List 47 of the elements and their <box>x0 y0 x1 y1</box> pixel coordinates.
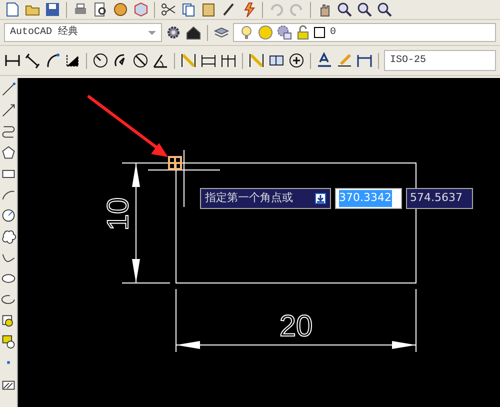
zoom-icon[interactable] <box>336 1 353 18</box>
zoom-icon[interactable] <box>356 1 373 18</box>
update-icon[interactable] <box>356 52 373 69</box>
zoom-icon[interactable] <box>376 1 393 18</box>
scissors-icon[interactable] <box>160 1 177 18</box>
house-icon[interactable] <box>185 24 202 41</box>
ellipsearc-icon[interactable] <box>1 292 16 307</box>
continue-icon[interactable] <box>220 52 237 69</box>
ellipse-icon[interactable] <box>1 271 16 286</box>
line-icon[interactable] <box>1 82 16 97</box>
document-icon[interactable] <box>4 1 21 18</box>
block-icon[interactable] <box>1 313 16 328</box>
paste-icon[interactable] <box>200 1 217 18</box>
gear-icon[interactable] <box>165 24 182 41</box>
polyline-icon[interactable] <box>1 124 16 139</box>
aligned-icon[interactable] <box>24 52 41 69</box>
coordinate-field[interactable]: 574.5637 <box>406 188 473 209</box>
dimension-text: 20 <box>279 310 313 343</box>
options-icon[interactable] <box>315 193 326 204</box>
save-icon[interactable] <box>44 1 61 18</box>
insert-icon[interactable] <box>1 334 16 349</box>
polygon-icon[interactable] <box>1 145 16 160</box>
layer-dropdown[interactable]: 0 <box>233 23 496 42</box>
textedit-icon[interactable] <box>316 52 333 69</box>
quick-icon[interactable] <box>248 52 265 69</box>
angular-icon[interactable] <box>152 52 169 69</box>
baseline-icon[interactable] <box>200 52 217 69</box>
drawing-canvas[interactable]: 10 20 指定第一个角点或 370.3342 574.5637 <box>18 78 500 407</box>
sun-icon <box>257 24 274 41</box>
dimstyle-dropdown[interactable]: ISO-25 <box>384 50 496 71</box>
prompt-text: 指定第一个角点或 <box>205 190 293 206</box>
caret-icon <box>148 30 156 34</box>
ray-icon[interactable] <box>1 103 16 118</box>
snap-marker <box>168 156 182 170</box>
copy-icon[interactable] <box>180 1 197 18</box>
cloud-icon[interactable] <box>1 229 16 244</box>
dimension-text: 10 <box>102 197 135 231</box>
circle-icon[interactable] <box>1 208 16 223</box>
workspace-dropdown[interactable]: AutoCAD 经典 <box>4 23 162 42</box>
pencil-icon[interactable] <box>336 52 353 69</box>
center-icon[interactable] <box>288 52 305 69</box>
arclength-icon[interactable] <box>44 52 61 69</box>
quick-icon[interactable] <box>180 52 197 69</box>
linear-icon[interactable] <box>4 52 21 69</box>
color-swatch <box>314 27 325 38</box>
radius-icon[interactable] <box>92 52 109 69</box>
diameter-icon[interactable] <box>132 52 149 69</box>
